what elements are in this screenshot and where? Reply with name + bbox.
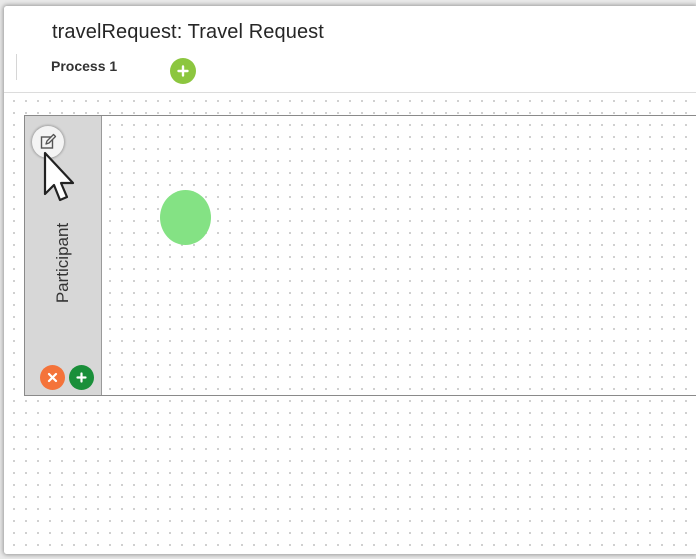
plus-icon: [76, 372, 87, 383]
tab-divider: [16, 54, 17, 80]
tab-process-1[interactable]: Process 1: [51, 58, 117, 74]
plus-icon: [177, 65, 189, 77]
lane-body[interactable]: [25, 116, 696, 395]
edit-icon: [40, 133, 57, 149]
delete-lane-button[interactable]: [40, 365, 65, 390]
start-event[interactable]: [160, 190, 211, 245]
add-lane-button[interactable]: [69, 365, 94, 390]
diagram-canvas[interactable]: Participant: [4, 93, 696, 554]
edit-lane-button[interactable]: [32, 126, 64, 158]
modeler-window: travelRequest: Travel Request Process 1 …: [4, 6, 696, 554]
header: travelRequest: Travel Request Process 1: [4, 6, 696, 92]
page-title: travelRequest: Travel Request: [52, 21, 324, 43]
add-process-button[interactable]: [170, 58, 196, 84]
pool[interactable]: Participant: [24, 115, 696, 396]
close-icon: [47, 372, 58, 383]
lane-label: Participant: [53, 222, 72, 304]
lane-header[interactable]: Participant: [25, 116, 102, 395]
